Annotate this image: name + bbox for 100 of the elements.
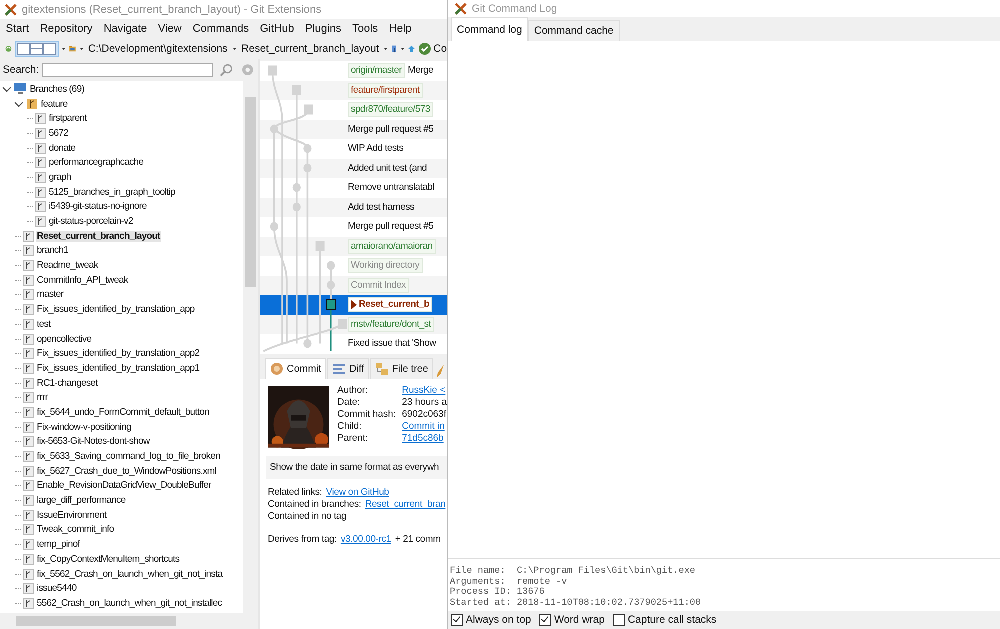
tree-item[interactable]: fix_CopyContextMenuItem_shortcuts bbox=[36, 554, 181, 565]
tree-item[interactable]: opencollective bbox=[36, 334, 93, 345]
checkbox[interactable] bbox=[539, 614, 552, 626]
commit-message[interactable]: Fixed issue that 'Show bbox=[348, 338, 436, 350]
menu-item[interactable]: Start bbox=[6, 22, 30, 34]
commit-node[interactable] bbox=[327, 280, 336, 290]
commit-node[interactable] bbox=[304, 164, 312, 173]
tree-item[interactable]: RC1-changeset bbox=[36, 378, 99, 389]
branch-label[interactable]: feature/firstparent bbox=[348, 82, 423, 98]
tree-item[interactable]: fix_5644_undo_FormCommit_default_button bbox=[36, 406, 210, 418]
tree-item[interactable]: git-status-porcelain-v2 bbox=[48, 216, 134, 228]
commit-node[interactable] bbox=[304, 104, 314, 115]
tree-item[interactable]: Fix-window-v-positioning bbox=[36, 422, 132, 433]
branch-icon bbox=[23, 598, 34, 609]
tree-item[interactable]: test bbox=[36, 318, 52, 330]
tree-item[interactable]: Fix_issues_identified_by_translation_app bbox=[36, 304, 196, 316]
commit-node[interactable] bbox=[327, 261, 336, 270]
tree-item[interactable]: master bbox=[36, 289, 65, 300]
branch-label[interactable]: spdr870/feature/573 bbox=[348, 102, 434, 118]
commit-message[interactable]: Merge pull request #5 bbox=[348, 221, 434, 232]
checkbox[interactable] bbox=[451, 614, 463, 626]
commit-message[interactable]: Remove untranslatabl bbox=[348, 182, 434, 194]
commit-node[interactable] bbox=[304, 144, 312, 154]
branch-selector[interactable]: Reset_current_branch_layout bbox=[242, 42, 380, 54]
tree-item[interactable]: temp_pinof bbox=[36, 539, 82, 550]
scrollbar[interactable] bbox=[0, 613, 258, 629]
menu-item[interactable]: Commands bbox=[192, 22, 250, 34]
tree-item[interactable]: Reset_current_branch_layout bbox=[36, 230, 162, 242]
checkbox-label[interactable]: Word wrap bbox=[554, 614, 605, 626]
tab[interactable]: Diff bbox=[327, 358, 370, 379]
commit-node[interactable] bbox=[268, 66, 278, 76]
menu-item[interactable]: Repository bbox=[40, 22, 93, 34]
commit-node[interactable] bbox=[270, 124, 278, 134]
link[interactable]: Reset_current_bran bbox=[365, 499, 446, 511]
commit-node[interactable] bbox=[292, 183, 301, 192]
branch-label[interactable]: origin/master bbox=[348, 63, 406, 78]
tree-item[interactable]: branch1 bbox=[36, 245, 70, 256]
tree-item[interactable]: feature bbox=[40, 98, 69, 110]
commit-row[interactable]: Added unit test (and bbox=[260, 158, 447, 178]
menu-item[interactable]: Tools bbox=[352, 22, 378, 34]
checkbox[interactable] bbox=[612, 614, 625, 626]
field-label: Commit hash: bbox=[337, 409, 396, 420]
commit-message[interactable]: WIP Add tests bbox=[348, 143, 404, 154]
tab[interactable]: File tree bbox=[370, 358, 434, 379]
link[interactable]: 71d5c86b bbox=[402, 433, 447, 444]
tree-item[interactable]: CommitInfo_API_tweak bbox=[36, 274, 130, 286]
link[interactable]: View on GitHub bbox=[326, 487, 390, 499]
tree-item[interactable]: Tweak_commit_info bbox=[36, 524, 116, 536]
tree-item[interactable]: large_diff_performance bbox=[36, 495, 127, 506]
branch-label[interactable]: Reset_current_b bbox=[348, 297, 432, 312]
link[interactable]: Commit in bbox=[402, 421, 447, 432]
tab[interactable]: Commit bbox=[265, 358, 326, 379]
tree-item[interactable]: fix_5562_Crash_on_launch_when_git_not_insta bbox=[36, 568, 224, 580]
menu-item[interactable]: Plugins bbox=[305, 22, 342, 34]
tree-item[interactable]: Readme_tweak bbox=[36, 260, 100, 272]
checkbox-label[interactable]: Always on top bbox=[466, 614, 532, 626]
commit-message[interactable]: Add test harness bbox=[348, 202, 414, 213]
checkbox-label[interactable]: Capture call stacks bbox=[628, 614, 717, 626]
tree-item[interactable]: rrrr bbox=[36, 392, 50, 404]
menu-item[interactable]: GitHub bbox=[260, 22, 294, 34]
menu-item[interactable]: Help bbox=[389, 22, 412, 34]
commit-node[interactable] bbox=[270, 222, 278, 232]
link[interactable]: RussKie < bbox=[402, 385, 447, 396]
menu-item[interactable]: Navigate bbox=[104, 22, 148, 34]
tab[interactable]: Command cache bbox=[528, 20, 620, 41]
commit-node[interactable] bbox=[292, 202, 301, 212]
branch-label[interactable]: amaiorano/amaioran bbox=[348, 238, 436, 254]
tree-item[interactable]: i5439-git-status-no-ignore bbox=[48, 201, 148, 212]
tree-item[interactable]: 5562_Crash_on_launch_when_git_not_installec bbox=[36, 598, 224, 609]
layout-button[interactable] bbox=[15, 40, 60, 56]
commit-message[interactable]: Added unit test (and bbox=[348, 162, 428, 174]
tree-item[interactable]: firstparent bbox=[48, 113, 88, 124]
commit-message[interactable]: Merge pull request #5 bbox=[348, 124, 434, 135]
tree-item[interactable]: IssueEnvironment bbox=[36, 510, 108, 521]
search-field[interactable] bbox=[42, 63, 214, 77]
menu-item[interactable]: View bbox=[158, 22, 182, 34]
tree-item[interactable]: graph bbox=[48, 172, 72, 183]
repository-path[interactable]: C:\Development\gitextensions bbox=[88, 42, 228, 54]
tree-item[interactable]: 5672 bbox=[48, 128, 70, 139]
tree-item[interactable]: Branches (69) bbox=[29, 84, 86, 95]
tree-item[interactable]: 5125_branches_in_graph_tooltip bbox=[48, 186, 176, 198]
link[interactable]: v3.00.00-rc1 bbox=[340, 534, 392, 546]
commit-button[interactable]: Co bbox=[418, 42, 447, 54]
commit-row[interactable]: Reset_current_b bbox=[260, 295, 447, 314]
tree-item[interactable]: Fix_issues_identified_by_translation_app1 bbox=[36, 362, 201, 374]
tree-item[interactable]: issue5440 bbox=[36, 583, 78, 594]
branch-label[interactable]: mstv/feature/dont_st bbox=[348, 316, 434, 332]
commit-row[interactable]: Add test harness bbox=[260, 198, 447, 217]
tree-item[interactable]: Fix_issues_identified_by_translation_app2 bbox=[36, 348, 201, 360]
tree-item[interactable]: fix_5633_Saving_command_log_to_file_broken bbox=[36, 451, 222, 462]
tree-item[interactable]: fix_5627_Crash_due_to_WindowPositions.xml bbox=[36, 466, 218, 477]
tree-item[interactable]: fix-5653-Git-Notes-dont-show bbox=[36, 436, 151, 448]
commit-node[interactable] bbox=[326, 299, 336, 310]
tree-item[interactable]: Enable_RevisionDataGridView_DoubleBuffer bbox=[36, 480, 212, 492]
tab[interactable]: Command log bbox=[451, 17, 528, 41]
tree-item[interactable]: donate bbox=[48, 142, 77, 154]
commit-row[interactable]: feature/firstparent bbox=[260, 80, 447, 100]
commit-node[interactable] bbox=[304, 339, 312, 348]
commit-message[interactable]: Merge bbox=[408, 65, 434, 76]
tree-item[interactable]: performancegraphcache bbox=[48, 157, 145, 168]
